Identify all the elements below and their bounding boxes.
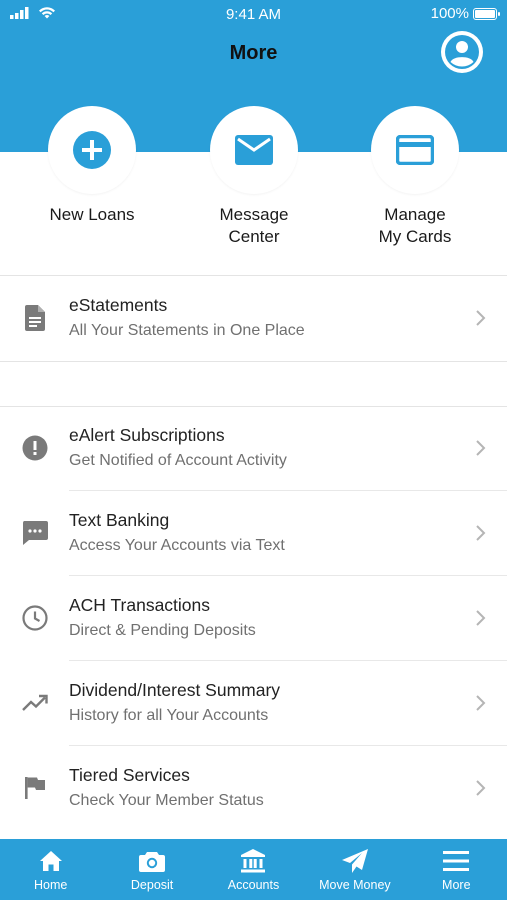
quick-action-manage-cards[interactable]: Manage My Cards	[345, 106, 485, 248]
chevron-right-icon	[476, 440, 486, 456]
page-title: More	[229, 42, 278, 64]
home-icon	[39, 851, 62, 871]
quick-action-new-loans[interactable]: New Loans	[22, 106, 162, 226]
plus-circle-icon	[73, 131, 111, 169]
bank-icon	[241, 849, 266, 873]
list-item-subtitle: History for all Your Accounts	[69, 707, 269, 724]
tab-more[interactable]: More	[406, 839, 507, 900]
list-item-text-banking[interactable]: Text Banking Access Your Accounts via Te…	[0, 491, 507, 576]
profile-button[interactable]	[441, 31, 483, 73]
alert-circle-icon	[22, 435, 48, 461]
chevron-right-icon	[476, 695, 486, 711]
chevron-right-icon	[476, 780, 486, 796]
message-center-circle	[210, 106, 298, 194]
status-bar: 9:41 AM 100%	[0, 0, 507, 30]
message-center-label: Message Center	[184, 204, 324, 248]
tab-label: Home	[34, 878, 68, 892]
tab-label: More	[442, 878, 471, 892]
list-item-tiered-services[interactable]: Tiered Services Check Your Member Status	[0, 746, 507, 831]
message-center-label-line2: Center	[228, 227, 280, 246]
list-item-subtitle: Get Notified of Account Activity	[69, 452, 287, 469]
tab-move-money[interactable]: Move Money	[304, 839, 405, 900]
manage-cards-label: Manage My Cards	[345, 204, 485, 248]
trending-up-icon	[22, 694, 48, 711]
user-avatar-icon	[445, 35, 479, 69]
tab-home[interactable]: Home	[0, 839, 101, 900]
tab-label: Move Money	[319, 878, 391, 892]
list-item-dividend-interest-summary[interactable]: Dividend/Interest Summary History for al…	[0, 661, 507, 746]
chevron-right-icon	[476, 525, 486, 541]
envelope-icon	[235, 135, 273, 165]
new-loans-label: New Loans	[49, 205, 135, 224]
clock-icon	[22, 605, 48, 631]
document-icon	[25, 305, 45, 331]
hamburger-menu-icon	[443, 851, 470, 871]
tab-label: Deposit	[130, 878, 174, 892]
manage-cards-label-line1: Manage	[384, 205, 446, 224]
list-item-title: Dividend/Interest Summary	[69, 680, 281, 700]
list-item-title: ACH Transactions	[69, 595, 211, 615]
bottom-tab-bar: Home Deposit Accounts Move Money More	[0, 839, 507, 900]
chevron-right-icon	[476, 610, 486, 626]
list-item-title: Tiered Services	[69, 765, 190, 785]
flag-icon	[25, 777, 45, 799]
credit-card-icon	[396, 135, 434, 165]
list-item-subtitle: Access Your Accounts via Text	[69, 537, 285, 554]
tab-label: Accounts	[227, 878, 280, 892]
paper-plane-icon	[341, 849, 368, 873]
message-center-label-line1: Message	[219, 205, 289, 224]
list-item-title: eAlert Subscriptions	[69, 425, 225, 445]
manage-cards-circle	[371, 106, 459, 194]
tab-accounts[interactable]: Accounts	[203, 839, 304, 900]
camera-icon	[139, 852, 166, 872]
manage-cards-label-line2: My Cards	[378, 227, 452, 246]
list-item-title: Text Banking	[69, 510, 170, 530]
list-item-subtitle: All Your Statements in One Place	[69, 322, 305, 339]
new-loans-circle	[48, 106, 136, 194]
tab-deposit[interactable]: Deposit	[101, 839, 202, 900]
battery-icon	[473, 7, 500, 20]
chat-bubble-icon	[22, 521, 48, 545]
divider	[0, 361, 507, 362]
list-item-title: eStatements	[69, 295, 168, 315]
battery-percent: 100%	[430, 5, 469, 22]
list-item-subtitle: Direct & Pending Deposits	[69, 622, 256, 639]
list-item-subtitle: Check Your Member Status	[69, 792, 264, 809]
list-item-estatements[interactable]: eStatements All Your Statements in One P…	[0, 276, 507, 361]
status-right: 100%	[430, 5, 500, 22]
chevron-right-icon	[476, 310, 486, 326]
list-item-ach-transactions[interactable]: ACH Transactions Direct & Pending Deposi…	[0, 576, 507, 661]
list-item-ealert-subscriptions[interactable]: eAlert Subscriptions Get Notified of Acc…	[0, 406, 507, 491]
quick-action-message-center[interactable]: Message Center	[184, 106, 324, 248]
